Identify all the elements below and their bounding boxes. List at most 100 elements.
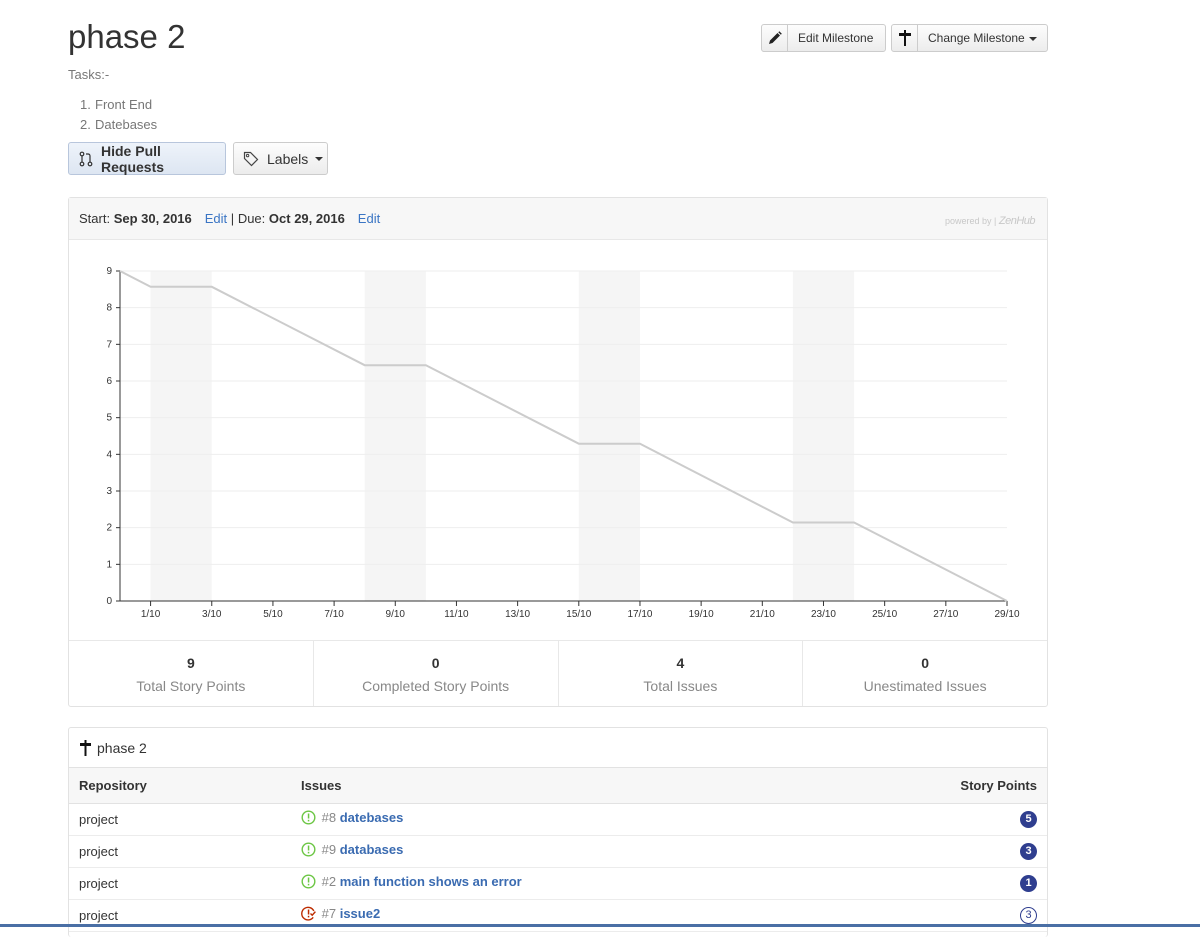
issue-number: #7 [321, 906, 337, 921]
stat-label: Total Issues [643, 678, 718, 694]
x-tick-label: 13/10 [505, 609, 530, 620]
chevron-down-icon [1028, 36, 1037, 41]
edit-start-date-link[interactable]: Edit [205, 211, 227, 226]
issue-opened-icon [301, 874, 316, 892]
tag-icon [234, 151, 259, 167]
story-points-badge[interactable]: 3 [1020, 843, 1037, 860]
x-tick-label: 23/10 [811, 609, 836, 620]
issue-cell: #9 databases [291, 835, 831, 868]
x-tick-label: 9/10 [386, 609, 406, 620]
burndown-panel: Start: Sep 30, 2016 Edit | Due: Oct 29, … [68, 197, 1048, 707]
stat-value: 9 [186, 655, 195, 671]
page-title: phase 2 [68, 18, 186, 55]
due-label: Due: [237, 211, 266, 226]
weekend-band [578, 271, 640, 601]
signpost-icon [892, 25, 918, 51]
labels-dropdown-button[interactable]: Labels [233, 142, 328, 175]
x-tick-label: 19/10 [689, 609, 714, 620]
pull-request-icon [69, 151, 93, 167]
y-tick-label: 2 [106, 523, 112, 534]
weekend-band [792, 271, 855, 601]
milestone-dates: Start: Sep 30, 2016 Edit | Due: Oct 29, … [69, 198, 1047, 240]
x-tick-label: 21/10 [750, 609, 775, 620]
stat-label: Completed Story Points [362, 678, 510, 694]
list-item: 2. Datebases [80, 116, 157, 136]
table-row: project #9 databases 3 [69, 835, 1047, 868]
story-points-badge[interactable]: 5 [1020, 811, 1037, 828]
y-tick-label: 1 [106, 559, 112, 570]
stat-label: Unestimated Issues [863, 678, 987, 694]
signpost-icon [79, 739, 92, 756]
list-item: 1. Front End [80, 96, 157, 116]
list-item-number: 2. [80, 117, 91, 132]
powered-by-label: powered by | [944, 216, 997, 226]
edit-due-date-link[interactable]: Edit [358, 211, 380, 226]
burndown-line [119, 270, 1008, 602]
change-milestone-label: Change Milestone [928, 31, 1025, 45]
issue-cell: #8 datebases [291, 803, 831, 836]
weekend-band [150, 271, 212, 601]
list-item-text: Front End [95, 97, 153, 112]
powered-by-zenhub: powered by | ZenHub [944, 215, 1036, 227]
y-tick-label: 8 [106, 303, 112, 314]
issue-cell: #2 main function shows an error [291, 867, 831, 900]
y-tick-label: 6 [106, 376, 112, 387]
tasks-label: Tasks:- [68, 67, 110, 82]
stat-total-issues: 4 Total Issues [559, 641, 804, 706]
issue-title-link[interactable]: issue2 [340, 906, 380, 921]
burndown-chart: 0 1 2 3 4 5 6 7 8 9 1/10 3/10 5/10 7/10 9/10 11/10 13/10… [106, 266, 1020, 620]
stat-value: 4 [676, 655, 685, 671]
hide-pull-requests-button[interactable]: Hide Pull Requests [68, 142, 226, 175]
x-tick-label: 7/10 [324, 609, 344, 620]
issues-panel: phase 2 Repository Issues Story Points p… [68, 727, 1048, 937]
x-tick-label: 27/10 [933, 609, 958, 620]
story-points-badge[interactable]: 3 [1020, 907, 1037, 924]
issues-panel-header: phase 2 [69, 728, 1047, 768]
story-points-cell: 3 [830, 835, 1047, 868]
issue-closed-icon [301, 906, 316, 924]
x-tick-label: 15/10 [566, 609, 591, 620]
stat-value: 0 [431, 655, 440, 671]
issues-table: Repository Issues Story Points project #… [69, 768, 1047, 932]
table-row: project #2 main function shows an error … [69, 867, 1047, 900]
x-tick-label: 11/10 [444, 609, 469, 620]
list-item-text: Datebases [95, 117, 158, 132]
story-points-cell: 5 [830, 803, 1047, 836]
list-item-number: 1. [80, 97, 91, 112]
stat-completed-story-points: 0 Completed Story Points [314, 641, 559, 706]
stat-unestimated-issues: 0 Unestimated Issues [803, 641, 1047, 706]
issue-title-link[interactable]: datebases [340, 810, 404, 825]
issue-title-link[interactable]: main function shows an error [340, 874, 522, 889]
labels-label: Labels [267, 150, 309, 167]
issue-number: #2 [321, 874, 337, 889]
start-label: Start: [79, 211, 111, 226]
y-tick-label: 4 [106, 449, 112, 460]
task-list: 1. Front End 2. Datebases [80, 96, 157, 136]
change-milestone-button[interactable]: Change Milestone [891, 24, 1048, 52]
date-separator: | [230, 211, 235, 226]
story-points-cell: 1 [830, 867, 1047, 900]
due-date: Oct 29, 2016 [268, 211, 345, 226]
pencil-icon [762, 25, 788, 51]
repository-cell: project [69, 835, 291, 868]
chevron-down-icon [315, 156, 324, 161]
column-header-issues[interactable]: Issues [291, 768, 831, 804]
issue-title-link[interactable]: databases [340, 842, 404, 857]
edit-milestone-button[interactable]: Edit Milestone [761, 24, 886, 52]
y-tick-label: 5 [106, 413, 112, 424]
issue-opened-icon [301, 842, 316, 860]
stat-total-story-points: 9 Total Story Points [69, 641, 314, 706]
weekend-band [364, 271, 426, 601]
table-header-row: Repository Issues Story Points [69, 768, 1047, 804]
x-tick-label: 17/10 [627, 609, 652, 620]
x-tick-label: 29/10 [994, 609, 1019, 620]
column-header-story-points[interactable]: Story Points [830, 768, 1047, 804]
y-tick-label: 7 [106, 339, 112, 350]
x-tick-label: 5/10 [263, 609, 283, 620]
hide-pull-requests-label: Hide Pull Requests [101, 142, 165, 175]
repository-cell: project [69, 803, 291, 836]
issue-number: #8 [321, 810, 337, 825]
column-header-repository[interactable]: Repository [69, 768, 291, 804]
story-points-badge[interactable]: 1 [1020, 875, 1037, 892]
x-tick-label: 1/10 [141, 609, 161, 620]
